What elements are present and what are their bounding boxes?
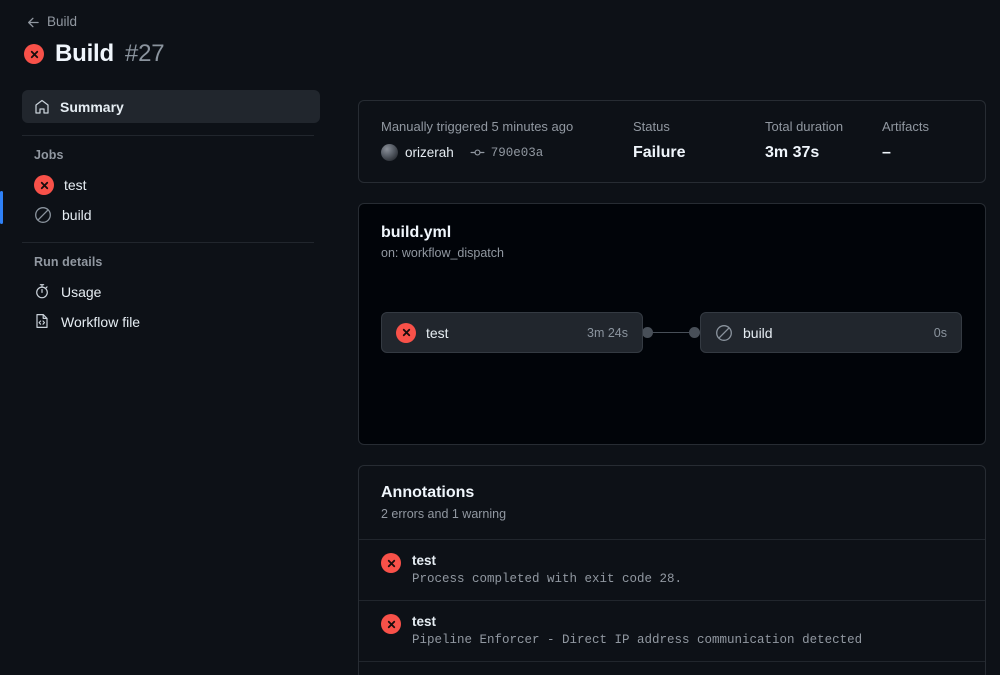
actor-row: orizerah 790e03a: [381, 144, 633, 161]
sidebar-item-summary[interactable]: Summary: [22, 90, 320, 123]
status-label: Status: [633, 119, 670, 134]
annotations-title: Annotations: [381, 484, 475, 501]
trigger-column: Manually triggered 5 minutes ago orizera…: [381, 119, 633, 162]
skipped-slash-icon: [715, 324, 733, 342]
graph-node-test[interactable]: test 3m 24s: [381, 312, 643, 353]
build-run-page: Build Build #27 Summary Jobs test build …: [0, 0, 1000, 675]
sidebar-divider-2: [22, 242, 314, 243]
annotation-job-name: test: [412, 614, 437, 629]
failure-x-icon: [381, 614, 401, 634]
arrow-left-icon: [24, 15, 39, 30]
annotation-row-partial[interactable]: [359, 661, 985, 675]
duration-label: Total duration: [765, 119, 844, 134]
annotation-message: Process completed with exit code 28.: [412, 572, 683, 586]
graph-node-build[interactable]: build 0s: [700, 312, 962, 353]
commit-link[interactable]: 790e03a: [470, 145, 544, 160]
sidebar-section-run-details: Run details: [34, 255, 103, 269]
annotation-row[interactable]: test Process completed with exit code 28…: [359, 539, 985, 600]
back-link-label: Build: [47, 14, 78, 29]
failure-x-icon: [34, 175, 54, 195]
graph-node-build-duration: 0s: [933, 325, 947, 340]
sidebar: Summary Jobs test build Run details Usag…: [0, 90, 340, 337]
workflow-graph-card: build.yml on: workflow_dispatch test 3m …: [358, 203, 986, 445]
stopwatch-icon: [34, 283, 50, 302]
graph-connector-dot-in: [689, 327, 700, 338]
sidebar-item-usage[interactable]: Usage: [14, 277, 320, 307]
annotations-summary: 2 errors and 1 warning: [381, 507, 507, 521]
main-content: Manually triggered 5 minutes ago orizera…: [358, 100, 1000, 675]
failure-x-icon: [396, 322, 416, 343]
annotation-message: Pipeline Enforcer - Direct IP address co…: [412, 633, 863, 647]
artifacts-column: Artifacts –: [882, 119, 929, 162]
graph-node-test-label: test: [426, 324, 449, 341]
graph-node-test-duration: 3m 24s: [587, 325, 628, 340]
workflow-file-name: build.yml: [381, 224, 452, 241]
duration-value: 3m 37s: [765, 144, 820, 161]
page-title-text: Build: [55, 40, 114, 67]
page-title: Build #27: [24, 40, 1000, 68]
status-column: Status Failure: [633, 119, 765, 162]
sidebar-job-build[interactable]: build: [14, 200, 320, 230]
graph-connector-line: [648, 332, 695, 333]
trigger-label: Manually triggered 5 minutes ago: [381, 119, 574, 134]
sidebar-job-test-label: test: [64, 177, 87, 193]
skipped-slash-icon: [34, 206, 52, 224]
failure-x-icon: [24, 44, 44, 64]
annotations-header: Annotations 2 errors and 1 warning: [359, 484, 985, 521]
run-info-card: Manually triggered 5 minutes ago orizera…: [358, 100, 986, 183]
annotation-content: test Pipeline Enforcer - Direct IP addre…: [412, 614, 862, 647]
graph-node-build-label: build: [743, 324, 773, 341]
status-value: Failure: [633, 144, 686, 161]
sidebar-item-workflow-file-label: Workflow file: [61, 314, 141, 330]
actor-name[interactable]: orizerah: [405, 145, 454, 160]
user-avatar: [381, 144, 398, 161]
file-code-icon: [34, 313, 50, 332]
artifacts-value: –: [882, 144, 891, 161]
annotations-list: test Process completed with exit code 28…: [359, 539, 985, 675]
back-to-build-link[interactable]: Build: [24, 14, 77, 29]
home-icon: [34, 99, 50, 115]
failure-x-icon: [381, 553, 401, 573]
sidebar-item-usage-label: Usage: [61, 284, 102, 300]
workflow-trigger-event: on: workflow_dispatch: [381, 246, 504, 260]
sidebar-section-jobs: Jobs: [34, 148, 64, 162]
annotation-content: test Process completed with exit code 28…: [412, 553, 682, 586]
sidebar-item-summary-label: Summary: [60, 98, 124, 115]
annotations-card: Annotations 2 errors and 1 warning test …: [358, 465, 986, 675]
commit-icon: [470, 145, 485, 160]
commit-sha: 790e03a: [490, 145, 544, 160]
page-header: Build Build #27: [0, 0, 1000, 68]
run-number: #27: [125, 40, 165, 67]
annotation-row[interactable]: test Pipeline Enforcer - Direct IP addre…: [359, 600, 985, 661]
annotation-job-name: test: [412, 553, 437, 568]
artifacts-label: Artifacts: [882, 119, 929, 134]
workflow-graph: test 3m 24s build 0s: [359, 312, 985, 382]
graph-connector-dot-out: [642, 327, 653, 338]
active-indicator-bar: [0, 191, 3, 224]
duration-column: Total duration 3m 37s: [765, 119, 882, 162]
sidebar-job-test[interactable]: test: [14, 170, 320, 200]
sidebar-item-workflow-file[interactable]: Workflow file: [14, 307, 320, 337]
sidebar-job-build-label: build: [62, 207, 92, 223]
sidebar-divider-1: [22, 135, 314, 136]
